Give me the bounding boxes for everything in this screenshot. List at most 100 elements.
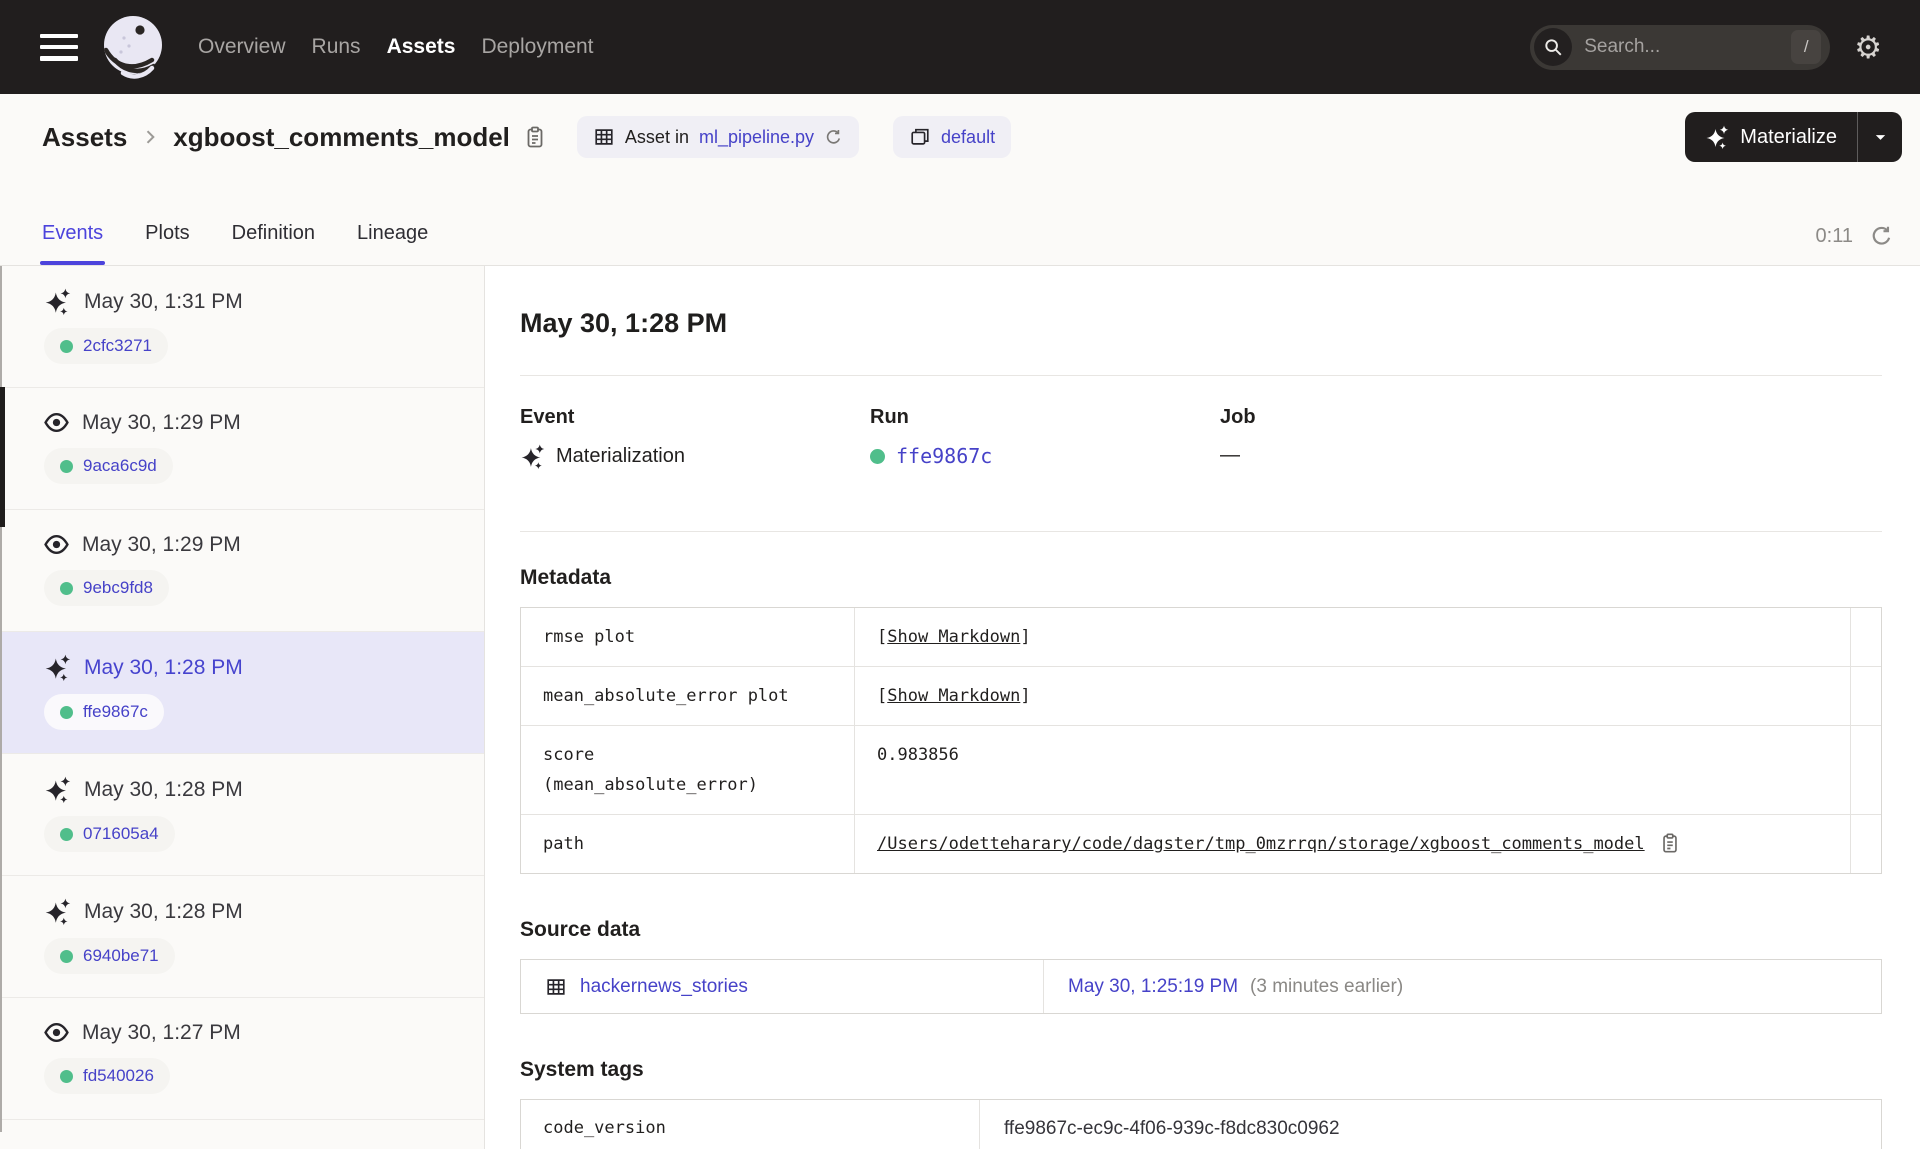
run-id-link[interactable]: 6940be71	[83, 946, 159, 966]
nav-links: Overview Runs Assets Deployment	[198, 35, 594, 59]
event-timestamp: May 30, 1:31 PM	[84, 289, 243, 313]
asset-group-badge[interactable]: default	[893, 116, 1012, 158]
event-type-value: Materialization	[556, 445, 685, 467]
asset-group-label: default	[941, 126, 996, 147]
event-list-item[interactable]: May 30, 1:29 PM 9aca6c9d	[0, 388, 484, 510]
path-link[interactable]: /Users/odetteharary/code/dagster/tmp_0mz…	[877, 829, 1645, 859]
run-id-link[interactable]: 2cfc3271	[83, 336, 152, 356]
metadata-row: score (mean_absolute_error) 0.983856	[521, 726, 1881, 815]
nav-link-deployment[interactable]: Deployment	[481, 35, 593, 59]
run-id-link[interactable]: fd540026	[83, 1066, 154, 1086]
refresh-icon[interactable]	[1869, 224, 1894, 249]
run-id-link[interactable]: 9ebc9fd8	[83, 578, 153, 598]
event-list-sidebar: May 30, 1:31 PM 2cfc3271 May 30, 1:29 PM 9a…	[0, 266, 485, 1149]
run-link-pill[interactable]: ffe9867c	[44, 694, 164, 730]
metadata-action-cell	[1851, 815, 1881, 873]
run-status-dot	[60, 1069, 73, 1083]
breadcrumb: Assets xgboost_comments_model	[42, 122, 547, 153]
system-tag-row: code_version ffe9867c-ec9c-4f06-939c-f8dc…	[521, 1100, 1881, 1149]
dagster-logo-icon[interactable]	[102, 14, 164, 80]
event-list-item[interactable]: May 30, 1:28 PM 6940be71	[0, 876, 484, 998]
tab-list: Events Plots Definition Lineage	[39, 222, 470, 265]
run-id-link[interactable]: 071605a4	[83, 824, 159, 844]
scrollbar-thumb[interactable]	[0, 387, 5, 527]
search-shortcut-key: /	[1791, 30, 1822, 64]
copy-asset-name-icon[interactable]	[523, 125, 547, 149]
show-markdown-link[interactable]: [Show Markdown]	[877, 681, 1031, 711]
run-link-pill[interactable]: 9aca6c9d	[44, 448, 173, 484]
metadata-row: rmse plot [Show Markdown]	[521, 608, 1881, 667]
system-tags-heading: System tags	[520, 1058, 644, 1081]
metadata-value: /Users/odetteharary/code/dagster/tmp_0mz…	[855, 815, 1851, 873]
tab-definition[interactable]: Definition	[232, 222, 315, 265]
run-link-pill[interactable]: 9ebc9fd8	[44, 570, 169, 606]
metadata-row: mean_absolute_error plot [Show Markdown]	[521, 667, 1881, 726]
run-link-pill[interactable]: 6940be71	[44, 938, 175, 974]
tab-events[interactable]: Events	[39, 222, 106, 265]
refresh-timer: 0:11	[1816, 224, 1894, 265]
event-list-item[interactable]: May 30, 1:31 PM 2cfc3271	[0, 266, 484, 388]
source-asset-link[interactable]: hackernews_stories	[580, 976, 748, 998]
event-label: Event	[520, 406, 575, 428]
event-timestamp: May 30, 1:27 PM	[82, 1020, 241, 1044]
metadata-heading: Metadata	[520, 566, 612, 589]
settings-gear-icon[interactable]: ⚙	[1854, 32, 1882, 63]
materialize-button[interactable]: Materialize	[1685, 112, 1857, 162]
observation-icon	[44, 1020, 69, 1045]
metadata-row: path/Users/odetteharary/code/dagster/tmp…	[521, 815, 1881, 873]
event-list-item[interactable]: May 30, 1:28 PM 071605a4	[0, 754, 484, 876]
observation-icon	[44, 532, 69, 557]
asset-name: xgboost_comments_model	[173, 121, 510, 152]
system-tag-key: code_version	[521, 1100, 980, 1149]
copy-path-icon[interactable]	[1659, 832, 1681, 854]
event-list-item[interactable]: May 30, 1:28 PM ffe9867c	[0, 632, 484, 754]
tab-plots[interactable]: Plots	[145, 222, 189, 265]
event-timestamp: May 30, 1:28 PM	[84, 655, 243, 679]
metadata-key: score (mean_absolute_error)	[521, 726, 855, 814]
source-data-table: hackernews_stories May 30, 1:25:19 PM (3…	[520, 959, 1882, 1014]
job-label: Job	[1220, 406, 1256, 428]
tab-lineage[interactable]: Lineage	[357, 222, 428, 265]
event-list-item[interactable]: May 30, 1:27 PM fd540026	[0, 998, 484, 1120]
asset-header: Assets xgboost_comments_model Asset in m…	[0, 94, 1920, 180]
materialization-icon	[520, 444, 545, 469]
metadata-value: 0.983856	[855, 726, 1851, 814]
chevron-right-icon	[140, 125, 160, 149]
metadata-key: path	[521, 815, 855, 873]
materialize-label: Materialize	[1740, 125, 1837, 148]
job-value: —	[1220, 444, 1240, 466]
metadata-value: [Show Markdown]	[855, 608, 1851, 666]
source-data-heading: Source data	[520, 918, 641, 941]
run-link-pill[interactable]: 071605a4	[44, 816, 175, 852]
materialize-dropdown-button[interactable]	[1858, 112, 1902, 162]
event-list-item[interactable]: May 30, 1:29 PM 9ebc9fd8	[0, 510, 484, 632]
materialization-icon	[44, 898, 71, 925]
nav-link-assets[interactable]: Assets	[387, 35, 456, 59]
run-status-dot	[60, 949, 73, 963]
nav-link-overview[interactable]: Overview	[198, 35, 286, 59]
breadcrumb-assets-link[interactable]: Assets	[42, 122, 127, 153]
source-timestamp-link[interactable]: May 30, 1:25:19 PM	[1068, 976, 1238, 998]
search-input[interactable]	[1572, 36, 1792, 58]
run-id-link[interactable]: ffe9867c	[896, 444, 992, 468]
reload-location-icon[interactable]	[824, 128, 843, 147]
run-id-link[interactable]: 9aca6c9d	[83, 456, 157, 476]
event-timestamp: May 30, 1:28 PM	[84, 777, 243, 801]
nav-link-runs[interactable]: Runs	[312, 35, 361, 59]
code-location-prefix: Asset in	[624, 126, 689, 147]
run-link-pill[interactable]: fd540026	[44, 1058, 170, 1094]
run-status-dot	[60, 459, 73, 473]
show-markdown-link[interactable]: [Show Markdown]	[877, 622, 1031, 652]
run-status-dot	[60, 581, 73, 595]
search-box[interactable]: /	[1530, 24, 1831, 70]
top-navbar: Overview Runs Assets Deployment / ⚙	[0, 0, 1920, 94]
run-id-link[interactable]: ffe9867c	[83, 702, 148, 722]
materialization-icon	[44, 776, 71, 803]
metadata-action-cell	[1851, 726, 1881, 814]
code-location-link[interactable]: ml_pipeline.py	[699, 127, 814, 148]
metadata-key: mean_absolute_error plot	[521, 667, 855, 725]
event-summary: Event Materialization Run ffe9867c Job —	[520, 406, 1882, 469]
asset-tabs: Events Plots Definition Lineage 0:11	[0, 180, 1920, 266]
menu-icon[interactable]	[40, 33, 78, 61]
run-link-pill[interactable]: 2cfc3271	[44, 328, 168, 364]
